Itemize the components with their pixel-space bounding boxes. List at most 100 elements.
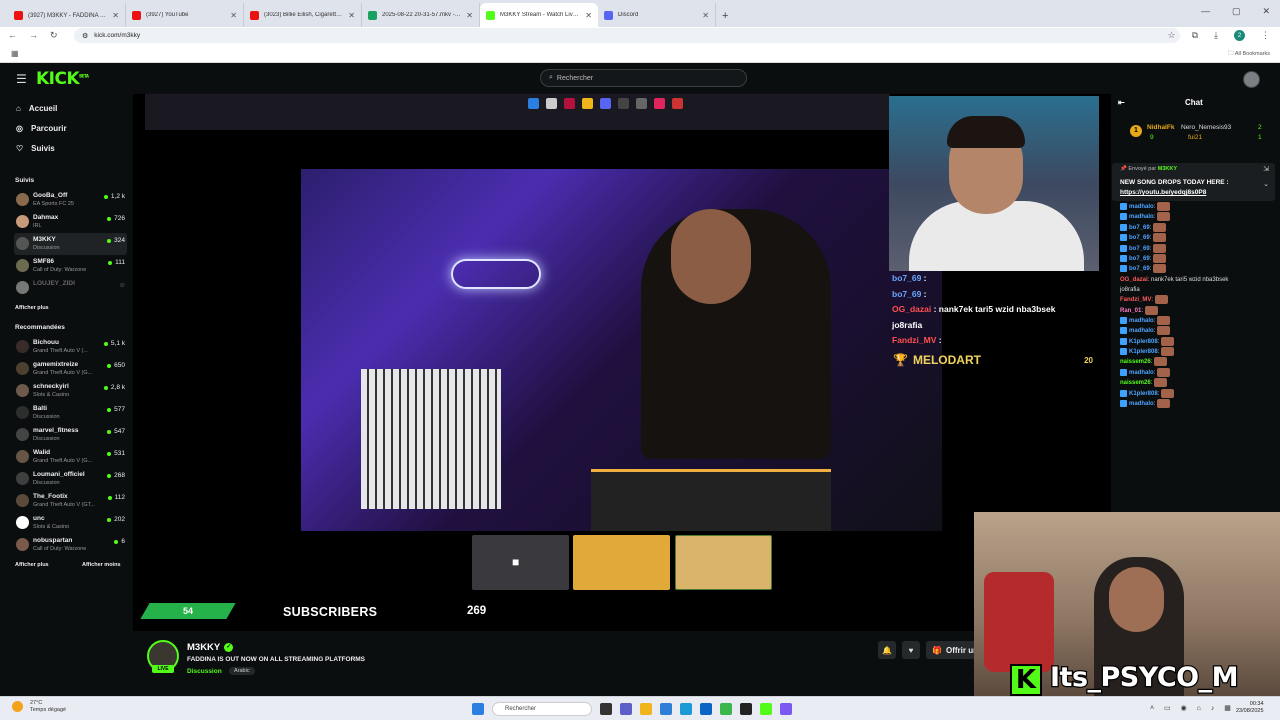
- menu-icon[interactable]: ⋮: [1261, 30, 1270, 41]
- stream-category[interactable]: Discussion: [187, 668, 222, 675]
- chat-username[interactable]: bo7_69: [1129, 246, 1150, 252]
- nav-heart[interactable]: ♡ Suivis: [16, 144, 55, 153]
- chat-username[interactable]: bo7_69: [1129, 235, 1150, 241]
- chat-message: Ran_01:: [1120, 305, 1275, 316]
- channel-item[interactable]: Bichouu Grand Theft Auto V (... 5,1 k: [14, 336, 127, 358]
- channel-item[interactable]: Dahmax IRL 726: [14, 211, 127, 233]
- show-more-followed[interactable]: Afficher plus: [15, 305, 49, 311]
- channel-item[interactable]: Balti Discussion 577: [14, 402, 127, 424]
- back-icon[interactable]: ←: [8, 30, 17, 41]
- kick-app-icon[interactable]: [760, 703, 772, 715]
- channel-item[interactable]: unc Slots & Casino 202: [14, 512, 127, 534]
- clock[interactable]: 00:34 23/08/2025: [1236, 701, 1264, 715]
- reload-icon[interactable]: ↻: [50, 30, 58, 41]
- apps-grid-icon[interactable]: ▦: [11, 49, 19, 58]
- edge-icon[interactable]: [680, 703, 692, 715]
- file-explorer-icon[interactable]: [640, 703, 652, 715]
- browser-tab[interactable]: (3023) Billie Eilish, Cigarettes Ar ✕: [244, 3, 362, 27]
- app-icon[interactable]: [780, 703, 792, 715]
- new-tab-button[interactable]: +: [722, 10, 728, 22]
- chat-username[interactable]: K1pler808: [1129, 349, 1158, 355]
- obs-icon[interactable]: [740, 703, 752, 715]
- browser-tab[interactable]: Discord ✕: [598, 3, 716, 27]
- forward-icon[interactable]: →: [29, 30, 38, 41]
- url-field[interactable]: ⚙ kick.com/m3kky: [74, 28, 1180, 43]
- tab-close-icon[interactable]: ✕: [585, 11, 592, 20]
- chat-username[interactable]: Ran_01: [1120, 308, 1141, 314]
- browser-tab[interactable]: 2025-08-22 20-31-57.mkv - Go ✕: [362, 3, 480, 27]
- nav-compass[interactable]: ◎ Parcourir: [16, 124, 67, 133]
- task-view-icon[interactable]: [600, 703, 612, 715]
- chat-username[interactable]: madhalo: [1129, 318, 1154, 324]
- browser-tab[interactable]: M3KKY Stream - Watch Live on ✕: [480, 3, 598, 27]
- close-icon[interactable]: ✕: [1262, 6, 1270, 17]
- taskbar-search[interactable]: Rechercher: [492, 702, 592, 716]
- system-tray[interactable]: ˄ ▭ ◉ ⌂ ♪ ▦: [1150, 704, 1235, 712]
- maximize-icon[interactable]: ▢: [1232, 6, 1241, 17]
- channel-item[interactable]: The_Footix Grand Theft Auto V (GT... 112: [14, 490, 127, 512]
- channel-name[interactable]: M3KKY: [187, 642, 220, 653]
- channel-item[interactable]: gamemixtreize Grand Theft Auto V (G... 650: [14, 358, 127, 380]
- chat-username[interactable]: bo7_69: [1129, 266, 1150, 272]
- chrome-icon[interactable]: [720, 703, 732, 715]
- notification-bell-button[interactable]: 🔔: [878, 641, 896, 659]
- follow-heart-button[interactable]: ♥: [902, 641, 920, 659]
- gifter-name[interactable]: NidhalFk: [1147, 124, 1174, 131]
- profile-avatar[interactable]: 2: [1234, 30, 1245, 41]
- tab-close-icon[interactable]: ✕: [466, 11, 473, 20]
- kick-logo[interactable]: KICKBETA: [36, 69, 89, 89]
- site-info-icon[interactable]: ⚙: [82, 32, 88, 40]
- nav-home[interactable]: ⌂ Accueil: [16, 104, 57, 113]
- channel-item[interactable]: GooBa_Off EA Sports FC 25 1,2 k: [14, 189, 127, 211]
- channel-item[interactable]: schneckyirl Slots & Casino 2,8 k: [14, 380, 127, 402]
- browser-tab[interactable]: (3927) M3KKY - FADDINA بطو ✕: [8, 3, 126, 27]
- tab-close-icon[interactable]: ✕: [702, 11, 709, 20]
- chat-username[interactable]: madhalo: [1129, 370, 1154, 376]
- chat-username[interactable]: madhalo: [1129, 401, 1154, 407]
- gifter-name[interactable]: fui21: [1188, 134, 1202, 141]
- collapse-chat-icon[interactable]: ⇤: [1118, 98, 1125, 107]
- pinned-link[interactable]: https://youtu.be/yedqj8s0P8: [1120, 189, 1206, 196]
- all-bookmarks-link[interactable]: 🗀 All Bookmarks: [1228, 50, 1270, 59]
- channel-item[interactable]: M3KKY Discussion 324: [14, 233, 127, 255]
- start-icon[interactable]: [472, 703, 484, 715]
- chat-username[interactable]: OG_dazai: [1120, 277, 1148, 283]
- chat-username[interactable]: naissem26: [1120, 380, 1151, 386]
- minimize-icon[interactable]: —: [1201, 6, 1210, 17]
- chat-username[interactable]: naissem26: [1120, 360, 1151, 366]
- gifter-name[interactable]: Nero_Nemesis93: [1181, 124, 1231, 131]
- chat-username[interactable]: madhalo: [1129, 214, 1154, 220]
- channel-item[interactable]: Walid Grand Theft Auto V (G... 531: [14, 446, 127, 468]
- outlook-icon[interactable]: [700, 703, 712, 715]
- stream-tag[interactable]: Arabic: [229, 667, 255, 675]
- tab-close-icon[interactable]: ✕: [348, 11, 355, 20]
- show-less-recommended[interactable]: Afficher moins: [82, 562, 121, 568]
- show-more-recommended[interactable]: Afficher plus: [15, 562, 49, 568]
- browser-tab[interactable]: (3927) YouTube ✕: [126, 3, 244, 27]
- channel-item[interactable]: Loumani_officiel Discussion 268: [14, 468, 127, 490]
- tab-close-icon[interactable]: ✕: [230, 11, 237, 20]
- store-icon[interactable]: [660, 703, 672, 715]
- user-avatar[interactable]: [1243, 71, 1260, 88]
- weather-widget[interactable]: 27°C Temps dégagé: [12, 700, 66, 714]
- channel-item[interactable]: nobuspartan Call of Duty: Warzone 6: [14, 534, 127, 556]
- chat-username[interactable]: K1pler808: [1129, 391, 1158, 397]
- chat-username[interactable]: bo7_69: [1129, 225, 1150, 231]
- chat-username[interactable]: bo7_69: [1129, 256, 1150, 262]
- chat-username[interactable]: K1pler808: [1129, 339, 1158, 345]
- channel-item[interactable]: LOUJEY_ZIDI ⊘: [14, 277, 127, 299]
- chat-username[interactable]: madhalo: [1129, 204, 1154, 210]
- teams-icon[interactable]: [620, 703, 632, 715]
- chevron-down-icon[interactable]: ⌄: [1263, 180, 1269, 188]
- search-input[interactable]: ⌕ Rechercher: [540, 69, 747, 87]
- channel-item[interactable]: marvel_fitness Discussion 547: [14, 424, 127, 446]
- bookmark-star-icon[interactable]: ☆: [1168, 30, 1176, 41]
- chat-username[interactable]: Fandzi_MV: [1120, 297, 1151, 303]
- unpin-icon[interactable]: ⇲: [1263, 165, 1269, 173]
- channel-item[interactable]: SMF86 Call of Duty: Warzone 111: [14, 255, 127, 277]
- tab-close-icon[interactable]: ✕: [112, 11, 119, 20]
- download-icon[interactable]: ⤓: [1214, 30, 1218, 41]
- hamburger-menu-icon[interactable]: ☰: [16, 72, 27, 86]
- extensions-icon[interactable]: ⧉: [1192, 30, 1198, 41]
- chat-username[interactable]: madhalo: [1129, 328, 1154, 334]
